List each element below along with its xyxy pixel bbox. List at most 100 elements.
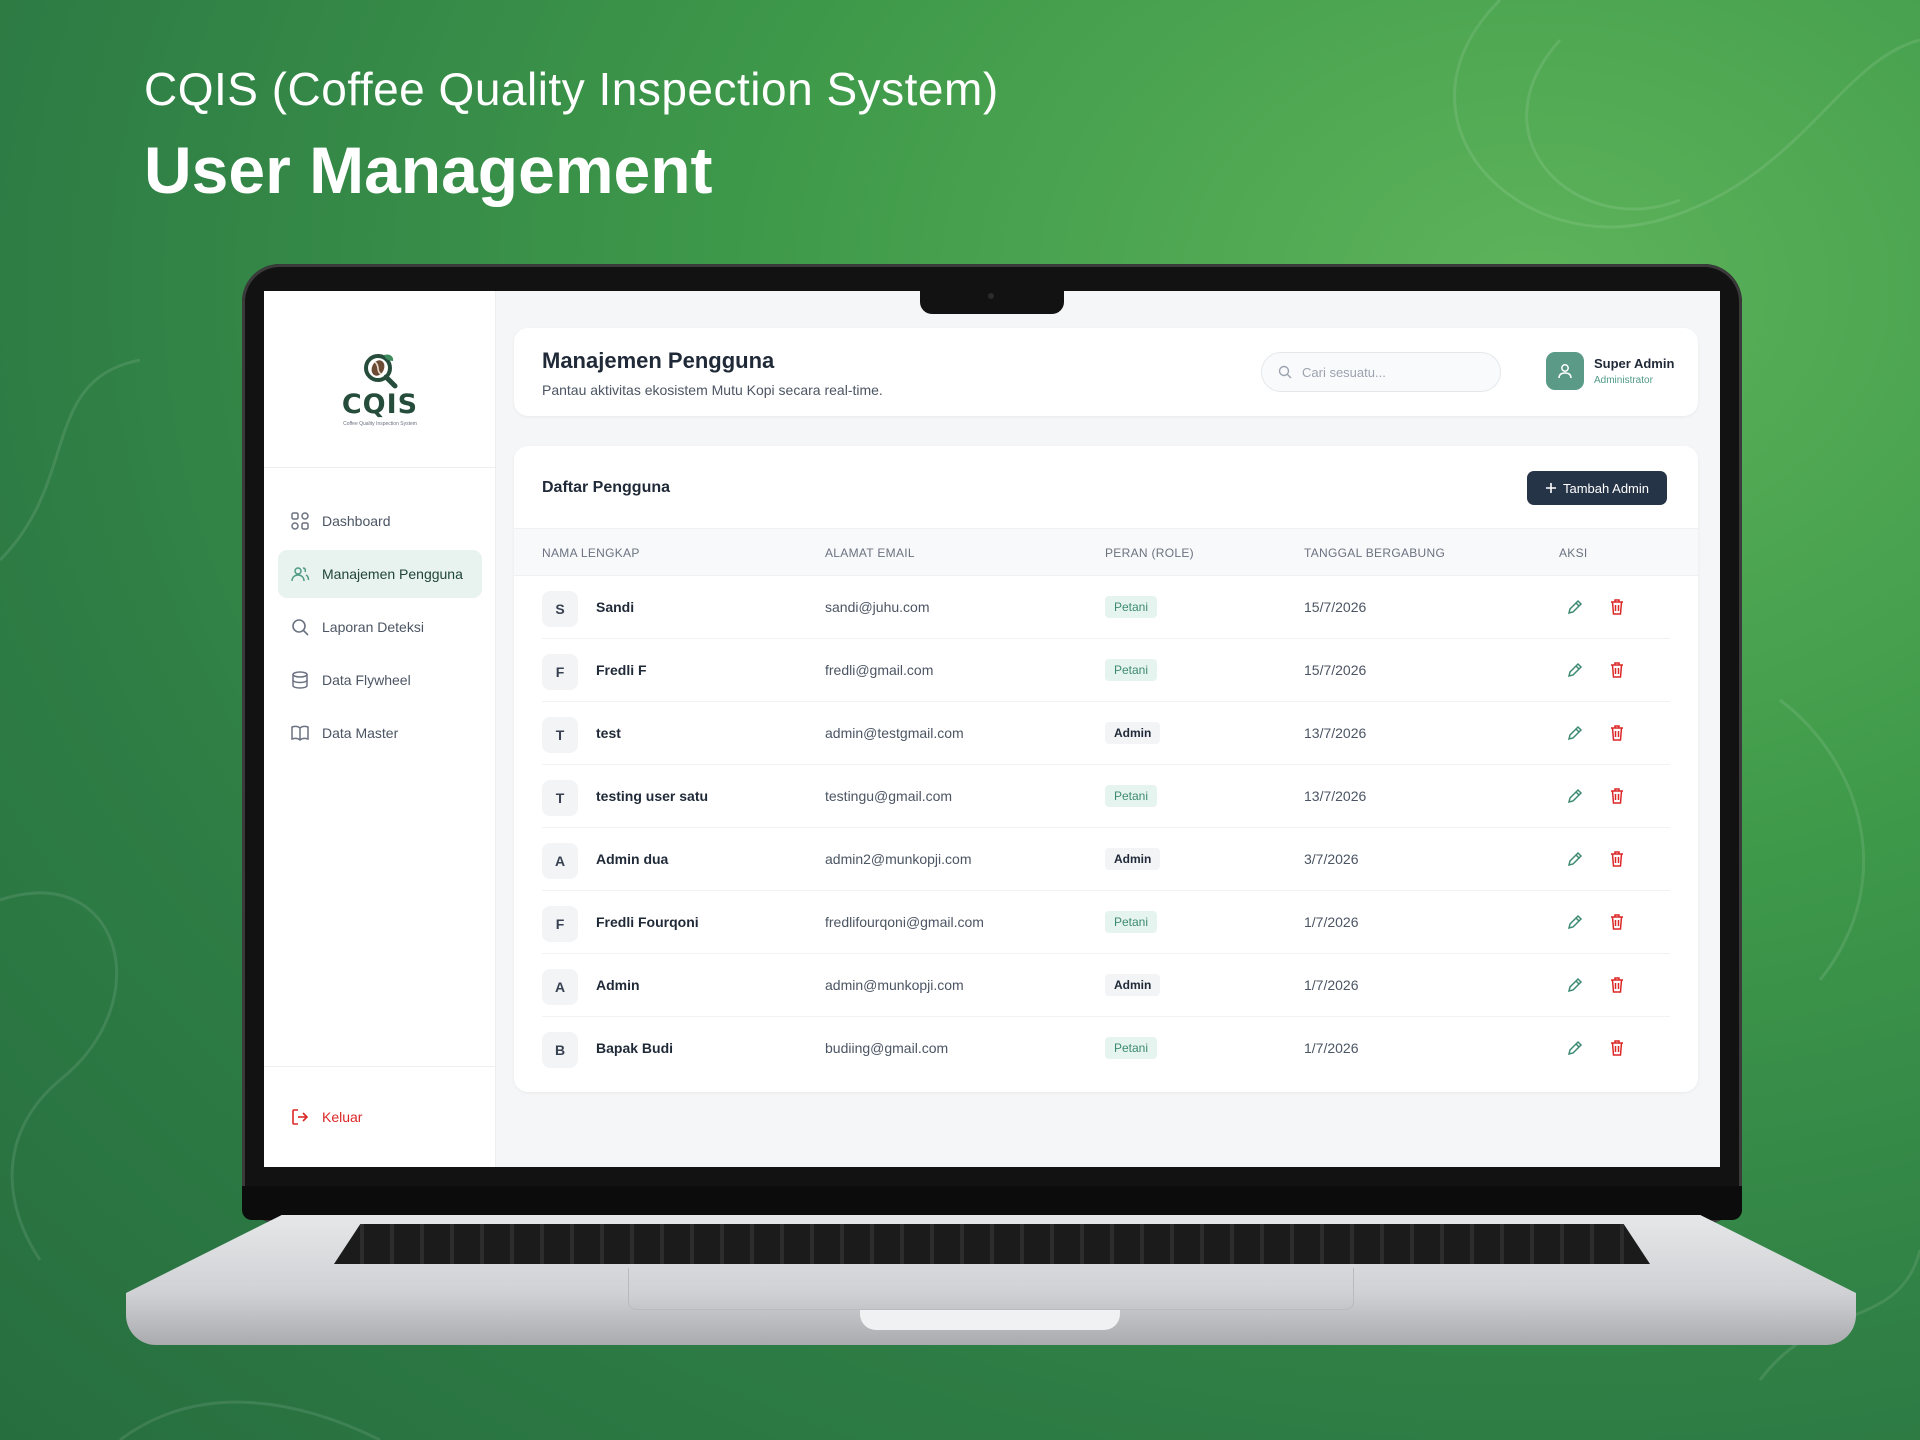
- edit-icon[interactable]: [1565, 975, 1585, 995]
- page-title: Manajemen Pengguna: [542, 348, 775, 373]
- user-initial: S: [542, 591, 578, 627]
- user-initial: T: [542, 780, 578, 816]
- role-badge: Admin: [1105, 848, 1161, 870]
- user-initial: F: [542, 654, 578, 690]
- user-initial: A: [542, 843, 578, 879]
- delete-icon[interactable]: [1607, 912, 1627, 932]
- user-initial: T: [542, 717, 578, 753]
- column-header-joined: TANGGAL BERGABUNG: [1304, 546, 1446, 560]
- laptop-hinge: [242, 1186, 1742, 1220]
- table-body: S Sandi sandi@juhu.com Petani 15/7/2026 …: [514, 576, 1698, 1080]
- edit-icon[interactable]: [1565, 1038, 1585, 1058]
- page-header: Manajemen Pengguna Pantau aktivitas ekos…: [514, 328, 1698, 416]
- user-email-cell: fredli@gmail.com: [825, 662, 934, 678]
- table-row: T testing user satu testingu@gmail.com P…: [542, 765, 1670, 828]
- user-name-cell: Fredli Fourqoni: [596, 914, 699, 930]
- sidebar-item-laporan-deteksi[interactable]: Laporan Deteksi: [278, 603, 482, 651]
- sidebar-item-label: Manajemen Pengguna: [322, 566, 463, 582]
- table-row: T test admin@testgmail.com Admin 13/7/20…: [542, 702, 1670, 765]
- user-initial: B: [542, 1032, 578, 1068]
- user-email-cell: fredlifourqoni@gmail.com: [825, 914, 984, 930]
- table-row: F Fredli Fourqoni fredlifourqoni@gmail.c…: [542, 891, 1670, 954]
- search-input[interactable]: Cari sesuatu...: [1261, 352, 1501, 392]
- sidebar-item-data-master[interactable]: Data Master: [278, 709, 482, 757]
- sidebar-item-data-flywheel[interactable]: Data Flywheel: [278, 656, 482, 704]
- edit-icon[interactable]: [1565, 723, 1585, 743]
- laptop-front-notch: [860, 1310, 1120, 1330]
- user-name-cell: Admin: [596, 977, 640, 993]
- user-icon: [1558, 364, 1572, 379]
- sidebar-item-label: Data Master: [322, 725, 399, 741]
- add-admin-label: Tambah Admin: [1563, 480, 1649, 496]
- user-name: Super Admin: [1594, 356, 1675, 371]
- users-icon: [291, 567, 310, 582]
- table-title: Daftar Pengguna: [542, 479, 671, 496]
- edit-icon[interactable]: [1565, 660, 1585, 680]
- avatar[interactable]: [1546, 352, 1584, 390]
- role-badge: Admin: [1105, 974, 1161, 996]
- hero-title: User Management: [144, 133, 713, 207]
- laptop-trackpad: [628, 1268, 1354, 1310]
- grid-icon: [291, 512, 309, 530]
- delete-icon[interactable]: [1607, 723, 1627, 743]
- add-admin-button[interactable]: Tambah Admin: [1527, 471, 1667, 505]
- edit-icon[interactable]: [1565, 912, 1585, 932]
- column-header-email: ALAMAT EMAIL: [825, 546, 915, 560]
- sidebar-item-manajemen-pengguna[interactable]: Manajemen Pengguna: [278, 550, 482, 598]
- column-header-role: PERAN (ROLE): [1105, 546, 1194, 560]
- user-email-cell: budiing@gmail.com: [825, 1040, 949, 1056]
- user-name-cell: testing user satu: [596, 788, 709, 804]
- joined-date-cell: 1/7/2026: [1304, 1040, 1359, 1056]
- logout-button[interactable]: Keluar: [264, 1066, 496, 1167]
- user-initial: A: [542, 969, 578, 1005]
- edit-icon[interactable]: [1565, 597, 1585, 617]
- sidebar-item-label: Dashboard: [322, 513, 391, 529]
- brand-tagline: Coffee Quality Inspection System: [343, 421, 417, 427]
- joined-date-cell: 13/7/2026: [1304, 725, 1367, 741]
- edit-icon[interactable]: [1565, 849, 1585, 869]
- coffee-magnifier-icon: [364, 354, 398, 389]
- delete-icon[interactable]: [1607, 786, 1627, 806]
- app-screen: CQIS Coffee Quality Inspection System Da…: [264, 291, 1720, 1167]
- user-table-card: Daftar Pengguna Tambah Admin NAMA LENGKA…: [514, 446, 1698, 1092]
- table-row: A Admin dua admin2@munkopji.com Admin 3/…: [542, 828, 1670, 891]
- camera-icon: [988, 293, 994, 299]
- user-email-cell: admin@testgmail.com: [825, 725, 964, 741]
- user-name-cell: Sandi: [596, 599, 635, 615]
- search-icon: [292, 619, 309, 636]
- sidebar-item-label: Laporan Deteksi: [322, 619, 424, 635]
- sidebar-item-dashboard[interactable]: Dashboard: [278, 497, 482, 545]
- table-row: F Fredli F fredli@gmail.com Petani 15/7/…: [542, 639, 1670, 702]
- role-badge: Petani: [1105, 785, 1158, 807]
- role-badge: Admin: [1105, 722, 1161, 744]
- page-subtitle: Pantau aktivitas ekosistem Mutu Kopi sec…: [542, 382, 883, 398]
- column-header-name: NAMA LENGKAP: [542, 546, 640, 560]
- camera-notch: [920, 288, 1064, 314]
- column-header-actions: AKSI: [1559, 546, 1588, 560]
- delete-icon[interactable]: [1607, 1038, 1627, 1058]
- table-row: B Bapak Budi budiing@gmail.com Petani 1/…: [542, 1017, 1670, 1080]
- delete-icon[interactable]: [1607, 597, 1627, 617]
- joined-date-cell: 15/7/2026: [1304, 662, 1367, 678]
- delete-icon[interactable]: [1607, 975, 1627, 995]
- sidebar-item-label: Data Flywheel: [322, 672, 411, 688]
- plus-icon: [1546, 483, 1556, 493]
- logout-label: Keluar: [322, 1109, 363, 1125]
- database-icon: [292, 671, 308, 689]
- hero-subtitle: CQIS (Coffee Quality Inspection System): [144, 63, 999, 115]
- table-row: A Admin admin@munkopji.com Admin 1/7/202…: [542, 954, 1670, 1017]
- delete-icon[interactable]: [1607, 660, 1627, 680]
- user-initial: F: [542, 906, 578, 942]
- role-badge: Petani: [1105, 1037, 1158, 1059]
- user-name-cell: Bapak Budi: [596, 1040, 674, 1056]
- user-email-cell: admin2@munkopji.com: [825, 851, 972, 867]
- sidebar: CQIS Coffee Quality Inspection System Da…: [264, 291, 496, 1167]
- edit-icon[interactable]: [1565, 786, 1585, 806]
- user-email-cell: sandi@juhu.com: [825, 599, 930, 615]
- user-name-cell: test: [596, 725, 621, 741]
- role-badge: Petani: [1105, 659, 1158, 681]
- brand-logo[interactable]: CQIS Coffee Quality Inspection System: [264, 291, 496, 468]
- user-name-cell: Fredli F: [596, 662, 647, 678]
- delete-icon[interactable]: [1607, 849, 1627, 869]
- user-name-cell: Admin dua: [596, 851, 669, 867]
